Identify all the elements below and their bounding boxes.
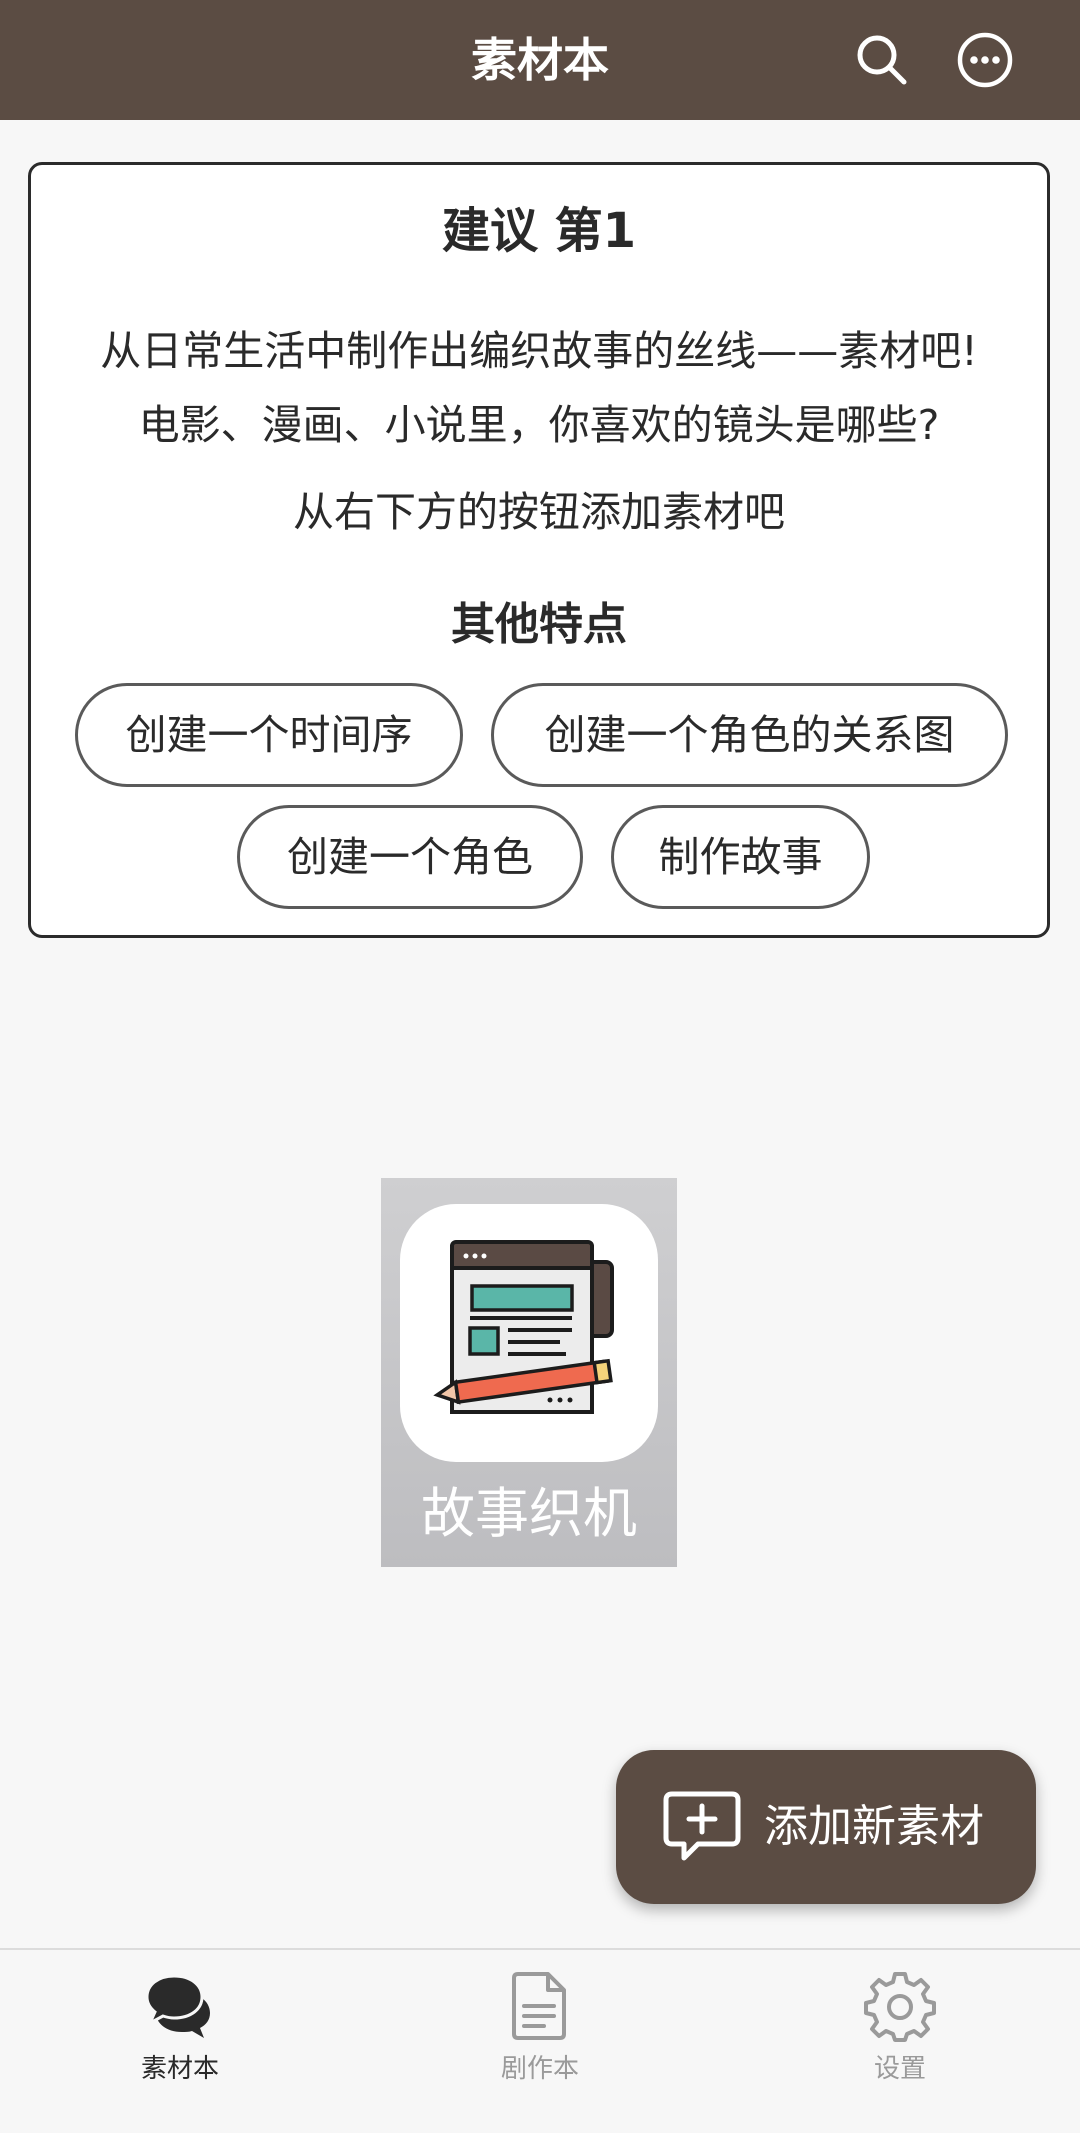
- page-title: 素材本: [471, 33, 609, 87]
- notebook-pencil-icon: [400, 1204, 658, 1462]
- feature-chip-make-story[interactable]: 制作故事: [611, 805, 870, 909]
- top-app-bar: 素材本: [0, 0, 1080, 120]
- search-button[interactable]: [852, 30, 912, 90]
- tip-line-3: 从右下方的按钮添加素材吧: [293, 488, 785, 536]
- add-material-label: 添加新素材: [764, 1801, 984, 1852]
- document-icon: [504, 1970, 576, 2042]
- nav-item-script-book[interactable]: 剧作本: [440, 1970, 640, 2110]
- nav-label-material-book: 素材本: [140, 2054, 219, 2084]
- nav-label-settings: 设置: [873, 2054, 926, 2084]
- tip-title: 建议 第1: [441, 203, 637, 259]
- tip-line-1: 从日常生活中制作出编织故事的丝线——素材吧!: [100, 327, 978, 375]
- nav-item-settings[interactable]: 设置: [800, 1970, 1000, 2110]
- chat-bubbles-icon: [144, 1970, 216, 2042]
- feature-chip-relationship-map[interactable]: 创建一个角色的关系图: [491, 683, 1008, 787]
- features-title: 其他特点: [451, 599, 627, 650]
- add-material-button[interactable]: 添加新素材: [616, 1750, 1036, 1904]
- gear-icon: [864, 1970, 936, 2042]
- add-comment-icon: [662, 1786, 742, 1866]
- tip-line-2: 电影、漫画、小说里，你喜欢的镜头是哪些?: [138, 401, 940, 449]
- more-horizontal-circle-icon: [957, 32, 1013, 88]
- search-icon: [857, 35, 907, 85]
- app-label: 故事织机: [421, 1482, 637, 1545]
- bottom-navigation: 素材本 剧作本 设置: [0, 1948, 1080, 2133]
- more-options-button[interactable]: [955, 30, 1015, 90]
- feature-chip-timeline[interactable]: 创建一个时间序: [75, 683, 463, 787]
- nav-label-script-book: 剧作本: [500, 2054, 579, 2084]
- nav-item-material-book[interactable]: 素材本: [80, 1970, 280, 2110]
- feature-chip-create-character[interactable]: 创建一个角色: [237, 805, 583, 909]
- app-icon-tile: 故事织机: [381, 1178, 677, 1567]
- tip-card: 建议 第1 从日常生活中制作出编织故事的丝线——素材吧! 电影、漫画、小说里，你…: [28, 162, 1050, 938]
